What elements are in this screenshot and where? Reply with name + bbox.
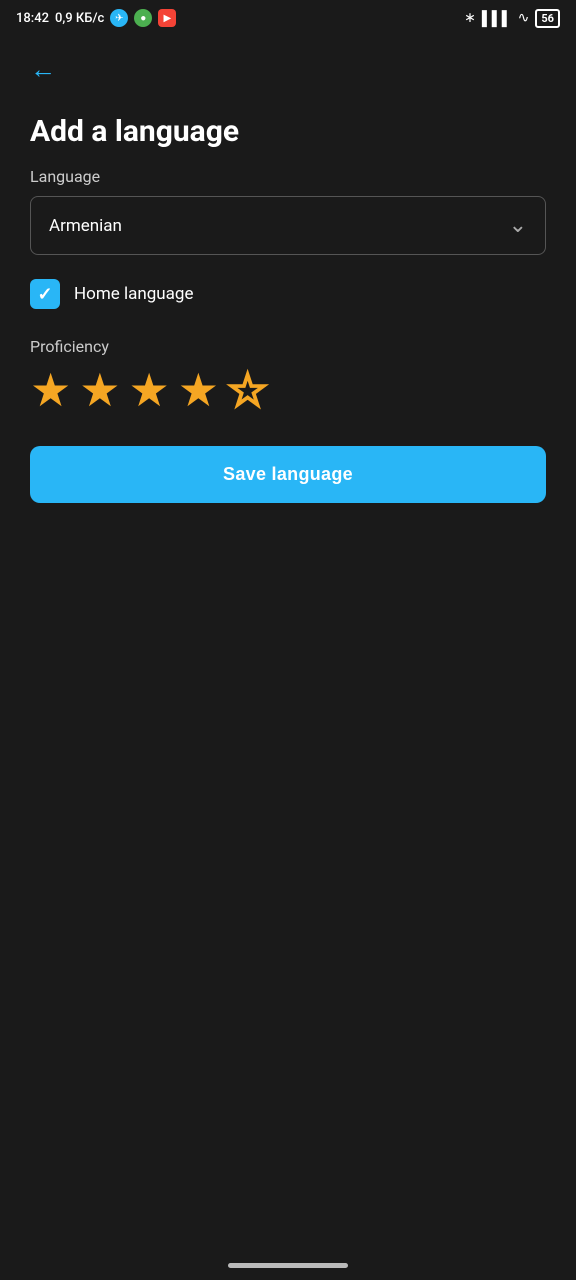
network-speed: 0,9 КБ/с — [55, 11, 104, 26]
wifi-icon: ∿ — [518, 10, 530, 26]
chevron-down-icon: ⌄ — [509, 213, 527, 238]
proficiency-label: Proficiency — [30, 337, 546, 356]
home-language-label: Home language — [74, 284, 193, 304]
language-field-label: Language — [30, 167, 546, 186]
save-language-button[interactable]: Save language — [30, 446, 546, 503]
star-2[interactable]: ★ — [79, 368, 120, 414]
home-language-checkbox[interactable]: ✓ — [30, 279, 60, 309]
status-bar: 18:42 0,9 КБ/с ✈ ● ▶ ∗ ▌▌▌ ∿ 56 — [0, 0, 576, 36]
home-indicator — [228, 1263, 348, 1268]
status-right: ∗ ▌▌▌ ∿ 56 — [464, 9, 560, 28]
battery-indicator: 56 — [535, 9, 560, 28]
status-left: 18:42 0,9 КБ/с ✈ ● ▶ — [16, 9, 176, 27]
signal-icon: ▌▌▌ — [482, 10, 512, 27]
star-1[interactable]: ★ — [30, 368, 71, 414]
star-5[interactable]: ☆ — [227, 368, 268, 414]
red-app-icon: ▶ — [158, 9, 176, 27]
language-dropdown-value: Armenian — [49, 216, 122, 236]
back-arrow-icon: ← — [30, 56, 56, 82]
home-language-row: ✓ Home language — [30, 279, 546, 309]
proficiency-stars: ★ ★ ★ ★ ☆ — [30, 368, 546, 414]
page-title: Add a language — [30, 114, 546, 149]
telegram-icon: ✈ — [110, 9, 128, 27]
star-4[interactable]: ★ — [178, 368, 219, 414]
language-dropdown[interactable]: Armenian ⌄ — [30, 196, 546, 255]
checkmark-icon: ✓ — [37, 284, 52, 305]
back-button[interactable]: ← — [30, 52, 56, 86]
green-app-icon: ● — [134, 9, 152, 27]
bluetooth-icon: ∗ — [464, 10, 476, 26]
time-text: 18:42 — [16, 11, 49, 26]
star-3[interactable]: ★ — [129, 368, 170, 414]
main-content: ← Add a language Language Armenian ⌄ ✓ H… — [0, 36, 576, 519]
